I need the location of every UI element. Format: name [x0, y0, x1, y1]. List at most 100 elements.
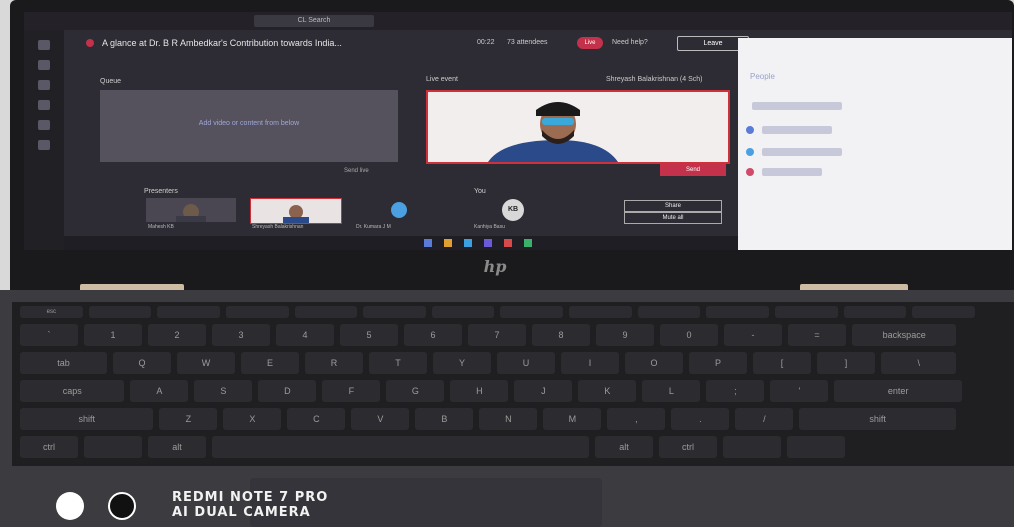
keyboard-key[interactable]: [ — [753, 352, 811, 374]
keyboard-key[interactable]: M — [543, 408, 602, 430]
app-icon[interactable] — [484, 239, 492, 247]
keyboard-key[interactable]: = — [788, 324, 846, 346]
keyboard-key[interactable]: esc — [20, 306, 83, 318]
app-icon[interactable] — [424, 239, 432, 247]
keyboard-key[interactable]: 6 — [404, 324, 462, 346]
keyboard-key[interactable]: ` — [20, 324, 78, 346]
keyboard-key[interactable]: 8 — [532, 324, 590, 346]
keyboard-key[interactable]: I — [561, 352, 619, 374]
keyboard-key[interactable]: shift — [799, 408, 956, 430]
keyboard-key[interactable]: caps — [20, 380, 125, 402]
keyboard-key[interactable]: A — [130, 380, 189, 402]
keyboard-key[interactable]: W — [177, 352, 235, 374]
app-icon[interactable] — [524, 239, 532, 247]
keyboard-key[interactable]: tab — [20, 352, 107, 374]
keyboard-key[interactable]: ctrl — [659, 436, 717, 458]
app-icon[interactable] — [504, 239, 512, 247]
keyboard-key[interactable] — [212, 436, 589, 458]
keyboard-key[interactable]: ] — [817, 352, 875, 374]
keyboard-key[interactable]: T — [369, 352, 427, 374]
teams-icon[interactable] — [38, 80, 50, 90]
keyboard-key[interactable]: 5 — [340, 324, 398, 346]
keyboard-key[interactable]: ; — [706, 380, 765, 402]
keyboard-key[interactable] — [363, 306, 426, 318]
keyboard-key[interactable] — [706, 306, 770, 318]
files-icon[interactable] — [38, 140, 50, 150]
keyboard-key[interactable]: - — [724, 324, 782, 346]
keyboard-key[interactable]: B — [415, 408, 474, 430]
keyboard-key[interactable] — [225, 306, 289, 318]
keyboard-key[interactable] — [500, 306, 564, 318]
keyboard-key[interactable]: K — [578, 380, 637, 402]
keyboard-key[interactable]: R — [305, 352, 363, 374]
avatar[interactable]: KB — [502, 199, 524, 221]
keyboard-key[interactable] — [787, 436, 845, 458]
keyboard-key[interactable]: Q — [113, 352, 171, 374]
search-input[interactable]: CL Search — [254, 15, 374, 27]
presenter-thumbnail[interactable] — [250, 198, 342, 224]
keyboard-key[interactable]: 1 — [84, 324, 142, 346]
keyboard-key[interactable]: . — [671, 408, 730, 430]
keyboard-key[interactable]: alt — [148, 436, 206, 458]
list-item[interactable] — [762, 148, 842, 156]
attendee-count[interactable]: 73 attendees — [507, 39, 547, 46]
list-item[interactable] — [752, 102, 842, 110]
keyboard-key[interactable] — [637, 306, 701, 318]
keyboard-key[interactable]: L — [642, 380, 701, 402]
keyboard-key[interactable]: / — [735, 408, 794, 430]
keyboard-key[interactable] — [294, 306, 358, 318]
keyboard-key[interactable]: \ — [881, 352, 957, 374]
keyboard-key[interactable]: , — [607, 408, 666, 430]
keyboard-key[interactable]: Z — [159, 408, 218, 430]
keyboard-key[interactable] — [723, 436, 781, 458]
queue-video-area[interactable]: Add video or content from below — [100, 90, 398, 162]
list-item[interactable] — [762, 168, 822, 176]
keyboard-key[interactable]: 0 — [660, 324, 718, 346]
keyboard-key[interactable]: V — [351, 408, 410, 430]
keyboard-key[interactable]: S — [194, 380, 253, 402]
calendar-icon[interactable] — [38, 100, 50, 110]
activity-icon[interactable] — [38, 40, 50, 50]
keyboard-key[interactable]: N — [479, 408, 538, 430]
keyboard-key[interactable]: E — [241, 352, 299, 374]
keyboard-key[interactable]: ctrl — [20, 436, 78, 458]
chat-icon[interactable] — [38, 60, 50, 70]
keyboard-key[interactable]: X — [223, 408, 282, 430]
keyboard-key[interactable] — [569, 306, 632, 318]
keyboard-key[interactable]: 2 — [148, 324, 206, 346]
keyboard-key[interactable] — [775, 306, 838, 318]
keyboard-key[interactable]: U — [497, 352, 555, 374]
keyboard-key[interactable]: ' — [770, 380, 829, 402]
share-button[interactable]: Share — [624, 200, 722, 212]
keyboard-key[interactable] — [88, 306, 152, 318]
need-help-link[interactable]: Need help? — [612, 39, 648, 46]
keyboard-key[interactable]: Y — [433, 352, 491, 374]
keyboard-key[interactable] — [157, 306, 220, 318]
keyboard-key[interactable]: F — [322, 380, 381, 402]
keyboard-key[interactable] — [84, 436, 142, 458]
keyboard-key[interactable] — [431, 306, 495, 318]
keyboard-key[interactable] — [912, 306, 975, 318]
keyboard-key[interactable]: 3 — [212, 324, 270, 346]
keyboard-key[interactable]: 4 — [276, 324, 334, 346]
keyboard-key[interactable]: alt — [595, 436, 653, 458]
keyboard-key[interactable]: D — [258, 380, 317, 402]
keyboard-key[interactable]: 7 — [468, 324, 526, 346]
keyboard-key[interactable]: P — [689, 352, 747, 374]
keyboard-key[interactable]: shift — [20, 408, 154, 430]
keyboard-key[interactable]: O — [625, 352, 683, 374]
presenter-thumbnail[interactable] — [354, 198, 444, 222]
keyboard-key[interactable]: 9 — [596, 324, 654, 346]
keyboard-key[interactable]: J — [514, 380, 573, 402]
send-live-button[interactable]: Send — [660, 164, 726, 176]
send-live-link[interactable]: Send live — [344, 168, 369, 174]
mute-all-button[interactable]: Mute all — [624, 212, 722, 224]
keyboard-key[interactable]: H — [450, 380, 509, 402]
keyboard-key[interactable] — [843, 306, 907, 318]
calls-icon[interactable] — [38, 120, 50, 130]
keyboard-key[interactable]: G — [386, 380, 445, 402]
presenter-thumbnail[interactable] — [146, 198, 236, 222]
app-icon[interactable] — [464, 239, 472, 247]
keyboard-key[interactable]: backspace — [852, 324, 957, 346]
keyboard-key[interactable]: enter — [834, 380, 962, 402]
